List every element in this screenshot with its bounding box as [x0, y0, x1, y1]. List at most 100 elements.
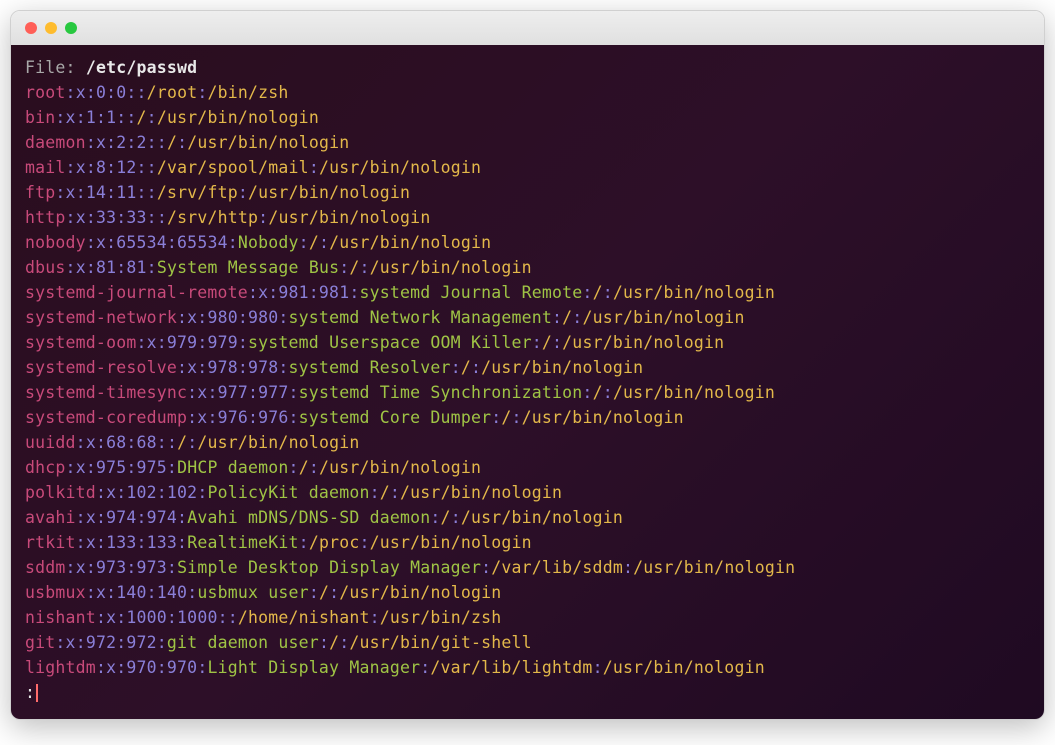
field-passwd: x: [76, 158, 86, 177]
field-user: nobody: [25, 233, 86, 252]
field-shell: /usr/bin/nologin: [370, 258, 532, 277]
maximize-button[interactable]: [65, 22, 77, 34]
field-user: systemd-timesync: [25, 383, 187, 402]
field-passwd: x: [76, 558, 86, 577]
field-home: /: [177, 433, 187, 452]
field-uid: 977: [218, 383, 248, 402]
field-passwd: x: [106, 658, 116, 677]
cursor-icon: [36, 684, 38, 702]
field-uid: 1: [86, 108, 96, 127]
file-path: /etc/passwd: [86, 58, 197, 77]
field-home: /proc: [309, 533, 360, 552]
field-passwd: x: [96, 133, 106, 152]
field-home: /: [593, 283, 603, 302]
field-passwd: x: [187, 308, 197, 327]
field-uid: 0: [96, 83, 106, 102]
field-home: /: [562, 308, 572, 327]
passwd-entry: usbmux:x:140:140:usbmux user:/:/usr/bin/…: [25, 580, 1030, 605]
field-user: dbus: [25, 258, 66, 277]
field-shell: /usr/bin/nologin: [461, 508, 623, 527]
field-shell: /usr/bin/nologin: [339, 583, 501, 602]
field-user: root: [25, 83, 66, 102]
field-user: sddm: [25, 558, 66, 577]
prompt-char: :: [25, 683, 35, 702]
field-passwd: x: [66, 108, 76, 127]
field-gid: 978: [248, 358, 278, 377]
field-uid: 133: [106, 533, 136, 552]
field-gid: 972: [126, 633, 156, 652]
field-home: /var/spool/mail: [157, 158, 309, 177]
field-gid: 11: [116, 183, 136, 202]
field-gid: 979: [207, 333, 237, 352]
field-shell: /usr/bin/nologin: [319, 458, 481, 477]
field-shell: /usr/bin/nologin: [400, 483, 562, 502]
field-uid: 81: [96, 258, 116, 277]
passwd-entry: bin:x:1:1::/:/usr/bin/nologin: [25, 105, 1030, 130]
field-uid: 978: [207, 358, 237, 377]
field-user: ftp: [25, 183, 55, 202]
passwd-lines: root:x:0:0::/root:/bin/zshbin:x:1:1::/:/…: [25, 80, 1030, 680]
field-gid: 0: [116, 83, 126, 102]
passwd-entry: systemd-oom:x:979:979:systemd Userspace …: [25, 330, 1030, 355]
passwd-entry: dhcp:x:975:975:DHCP daemon:/:/usr/bin/no…: [25, 455, 1030, 480]
terminal-window: File: /etc/passwd root:x:0:0::/root:/bin…: [10, 10, 1045, 720]
field-user: http: [25, 208, 66, 227]
field-shell: /usr/bin/nologin: [582, 308, 744, 327]
field-uid: 975: [96, 458, 126, 477]
prompt-line[interactable]: :: [25, 680, 1030, 705]
field-passwd: x: [66, 183, 76, 202]
field-gid: 977: [258, 383, 288, 402]
field-gid: 976: [258, 408, 288, 427]
field-gid: 140: [157, 583, 187, 602]
field-user: systemd-coredump: [25, 408, 187, 427]
field-home: /: [349, 258, 359, 277]
field-user: nishant: [25, 608, 96, 627]
field-shell: /usr/bin/nologin: [157, 108, 319, 127]
field-passwd: x: [187, 358, 197, 377]
field-uid: 979: [167, 333, 197, 352]
passwd-entry: rtkit:x:133:133:RealtimeKit:/proc:/usr/b…: [25, 530, 1030, 555]
field-shell: /usr/bin/nologin: [248, 183, 410, 202]
passwd-entry: uuidd:x:68:68::/:/usr/bin/nologin: [25, 430, 1030, 455]
field-passwd: x: [86, 533, 96, 552]
passwd-entry: systemd-network:x:980:980:systemd Networ…: [25, 305, 1030, 330]
field-home: /: [380, 483, 390, 502]
field-home: /srv/http: [167, 208, 258, 227]
field-shell: /usr/bin/nologin: [187, 133, 349, 152]
field-user: dhcp: [25, 458, 66, 477]
field-uid: 980: [207, 308, 237, 327]
field-user: systemd-oom: [25, 333, 136, 352]
field-uid: 33: [96, 208, 116, 227]
field-shell: /usr/bin/zsh: [380, 608, 502, 627]
field-home: /home/nishant: [238, 608, 370, 627]
field-uid: 140: [116, 583, 146, 602]
field-uid: 974: [106, 508, 136, 527]
field-home: /: [542, 333, 552, 352]
field-home: /: [299, 458, 309, 477]
passwd-entry: ftp:x:14:11::/srv/ftp:/usr/bin/nologin: [25, 180, 1030, 205]
window-titlebar: [11, 11, 1044, 45]
field-gid: 981: [319, 283, 349, 302]
minimize-button[interactable]: [45, 22, 57, 34]
close-button[interactable]: [25, 22, 37, 34]
passwd-entry: daemon:x:2:2::/:/usr/bin/nologin: [25, 130, 1030, 155]
field-home: /var/lib/lightdm: [430, 658, 592, 677]
field-shell: /usr/bin/nologin: [319, 158, 481, 177]
field-gid: 980: [248, 308, 278, 327]
field-user: uuidd: [25, 433, 76, 452]
field-shell: /usr/bin/nologin: [613, 383, 775, 402]
field-home: /: [309, 233, 319, 252]
field-gid: 102: [167, 483, 197, 502]
field-home: /: [501, 408, 511, 427]
field-user: bin: [25, 108, 55, 127]
field-uid: 65534: [116, 233, 167, 252]
passwd-entry: nobody:x:65534:65534:Nobody:/:/usr/bin/n…: [25, 230, 1030, 255]
passwd-entry: polkitd:x:102:102:PolicyKit daemon:/:/us…: [25, 480, 1030, 505]
field-uid: 68: [106, 433, 126, 452]
field-user: systemd-resolve: [25, 358, 177, 377]
passwd-entry: sddm:x:973:973:Simple Desktop Display Ma…: [25, 555, 1030, 580]
terminal-body[interactable]: File: /etc/passwd root:x:0:0::/root:/bin…: [11, 45, 1044, 719]
field-uid: 8: [96, 158, 106, 177]
field-shell: /usr/bin/nologin: [268, 208, 430, 227]
field-home: /: [461, 358, 471, 377]
